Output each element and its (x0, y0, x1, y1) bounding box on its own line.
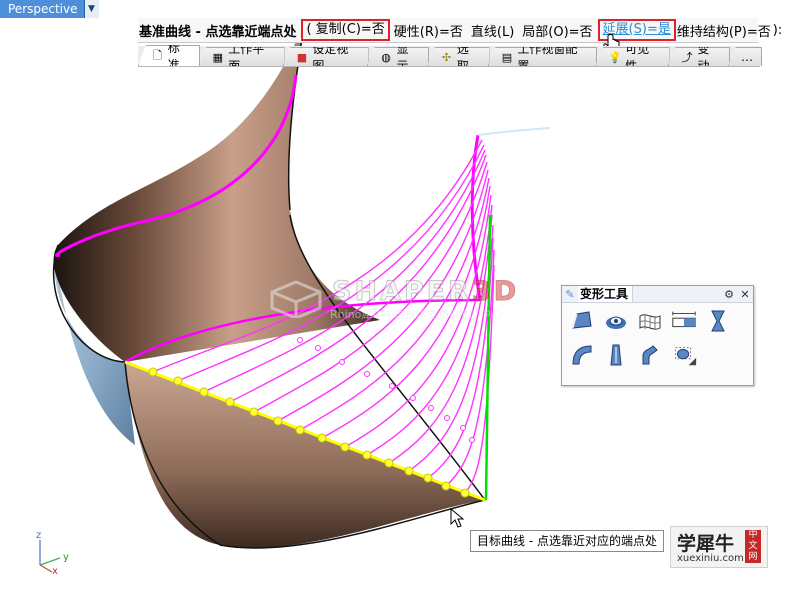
watermark-cube-icon (270, 280, 322, 318)
tab-cplane[interactable]: ▦ 工作平面 (198, 47, 285, 66)
rigid-option[interactable]: 硬性(R)=否 (393, 21, 464, 40)
view-icon: ■ (296, 50, 308, 64)
tab-standard[interactable]: 🗋 标准 (138, 45, 201, 66)
document-icon: 🗋 (152, 48, 162, 62)
brand-b: 3D (471, 276, 520, 308)
logo-main: 学犀牛 (677, 533, 735, 555)
grid-icon: ▦ (212, 50, 224, 64)
preserve-structure-option[interactable]: 维持结构(P)=否 (676, 21, 772, 40)
transform-icon: ⤴ (681, 51, 693, 64)
open-paren: ( (306, 22, 312, 37)
smash-icon[interactable] (636, 342, 664, 368)
taper-icon[interactable] (704, 308, 732, 334)
command-line[interactable]: 基准曲线 - 点选靠近端点处 ( 复制(C)=否 硬性(R)=否 直线(L) 局… (138, 18, 782, 43)
stretch-icon[interactable] (670, 308, 698, 334)
copy-option-box[interactable]: ( 复制(C)=否 (301, 19, 390, 41)
command-tooltip: 目标曲线 - 点选靠近对应的端点处 (470, 530, 664, 552)
viewport-title-label: Perspective (8, 2, 78, 16)
local-option[interactable]: 局部(O)=否 (521, 21, 593, 40)
layout-icon: ▤ (501, 50, 513, 64)
sphere-icon: ◍ (381, 50, 391, 64)
select-icon: ✣ (441, 50, 452, 64)
brand-a: SHAPER (332, 276, 472, 308)
twist-icon[interactable] (636, 308, 664, 334)
pin-icon[interactable]: ✎ (562, 288, 578, 301)
line-option[interactable]: 直线(L) (470, 21, 515, 40)
axis-z-label: z (36, 530, 41, 541)
panel-header[interactable]: ✎ 变形工具 ⚙ ✕ (562, 286, 753, 303)
viewport-title[interactable]: Perspective ▼ (0, 0, 99, 18)
logo-badge: 中文网 (745, 530, 761, 563)
axis-x-label: x (52, 566, 58, 577)
tab-visibility[interactable]: 💡 可见性 (595, 47, 670, 66)
world-axes: z y x (36, 530, 69, 577)
tab-set-view[interactable]: ■ 设定视图 (282, 47, 369, 66)
cage-edit-icon[interactable] (568, 308, 596, 334)
flow-points (297, 337, 475, 443)
flow-along-surface-icon[interactable] (670, 342, 698, 368)
axis-y-label: y (63, 552, 69, 563)
chevron-down-icon[interactable]: ▼ (83, 0, 99, 18)
tab-transform[interactable]: ⤴ 变动 (667, 47, 730, 66)
tab-select[interactable]: ✣ 选取 (427, 47, 490, 66)
logo-url: xuexiniu.com (677, 553, 744, 564)
bend-icon[interactable] (568, 342, 596, 368)
command-prompt: 基准曲线 - 点选靠近端点处 (139, 24, 297, 40)
mouse-cursor-icon (450, 507, 465, 528)
watermark-brand: SHAPER3D (332, 276, 520, 308)
panel-title: 变形工具 (578, 286, 634, 302)
deformation-tools-panel[interactable]: ✎ 变形工具 ⚙ ✕ (561, 285, 754, 386)
maelstrom-icon[interactable] (602, 308, 630, 334)
bulb-icon: 💡 (608, 50, 622, 64)
watermark: SHAPER3D Rhino犀牛中国技术支持&推广中心 (268, 276, 538, 322)
close-icon[interactable]: ✕ (737, 288, 753, 301)
tab-label: … (741, 50, 753, 64)
gear-icon[interactable]: ⚙ (721, 288, 737, 301)
tab-viewport-layout[interactable]: ▤ 工作视窗配置 (487, 47, 598, 66)
watermark-subtitle: Rhino犀牛中国技术支持&推广中心 (330, 308, 502, 321)
toolbar-tabs: 🗋 标准 ▦ 工作平面 ■ 设定视图 ◍ 显示 ✣ 选取 ▤ 工作视窗配置 💡 … (138, 45, 762, 67)
flow-icon[interactable] (602, 342, 630, 368)
copy-option[interactable]: 复制(C)=否 (316, 22, 385, 37)
site-logo: 学犀牛 xuexiniu.com 中文网 (670, 526, 768, 568)
tab-display[interactable]: ◍ 显示 (366, 47, 430, 66)
tab-more[interactable]: … (728, 47, 762, 66)
command-end: ): (772, 22, 783, 38)
